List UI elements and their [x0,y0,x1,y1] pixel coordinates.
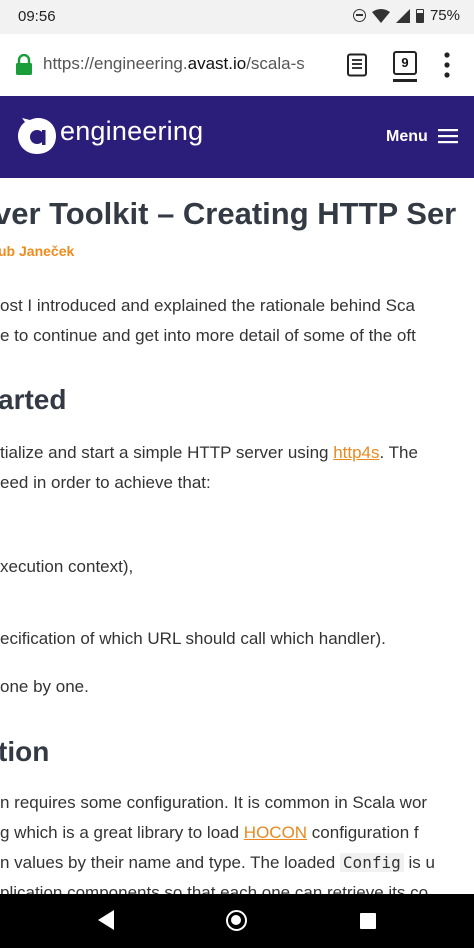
url-fade [300,52,334,80]
http4s-link[interactable]: http4s [333,443,379,462]
paragraph-text: g which is a great library to load [0,823,244,842]
lock-icon[interactable] [14,54,34,76]
paragraph-text: . The [379,443,418,462]
paragraph-config-line-4: plication components so that each one ca… [0,883,429,894]
article-author[interactable]: ub Janeček [0,243,74,259]
hamburger-menu-icon[interactable] [438,128,458,144]
article-title: ver Toolkit – Creating HTTP Ser [0,196,457,231]
heading-configuration: tion [0,736,50,767]
paragraph-config-line-3: n values by their name and type. The loa… [0,848,435,878]
hocon-link[interactable]: HOCON [244,823,307,842]
overflow-menu-icon[interactable] [444,52,450,78]
list-item-routes: ecification of which URL should call whi… [0,629,386,648]
paragraph-text: n values by their name and type. The loa… [0,853,340,872]
url-field[interactable]: https://engineering.avast.io/scala-s [43,54,331,78]
url-host: avast.io [187,54,247,73]
paragraph-text: tialize and start a simple HTTP server u… [0,443,334,462]
url-suffix: /scala-s [246,54,305,73]
do-not-disturb-icon [352,9,366,22]
status-time: 09:56 [18,8,56,25]
tabs-button[interactable]: 9 [393,51,417,75]
system-nav-bar [0,894,474,948]
paragraph-config-line-2: g which is a great library to load HOCON… [0,818,419,848]
battery-icon [415,8,424,23]
inline-code-config: Config [339,853,404,872]
logo-text[interactable]: engineering [60,116,203,147]
status-icons: 75% [352,7,460,24]
url-prefix: https://engineering. [43,54,188,73]
back-icon[interactable] [96,909,116,931]
menu-button[interactable]: Menu [386,128,428,146]
paragraph-intro-line-2: e to continue and get into more detail o… [0,326,416,345]
list-item-execution-context: xecution context), [0,557,134,576]
status-bar: 09:56 75% [0,0,474,34]
recent-apps-icon[interactable] [360,913,376,929]
battery-percent: 75% [429,7,460,24]
cell-signal-icon [395,8,410,23]
site-header: engineering Menu [0,96,474,178]
paragraph-config-line-1: n requires some configuration. It is com… [0,793,428,812]
paragraph-text: is u [403,853,435,872]
wifi-icon [371,8,390,23]
paragraph-http4s-line-1: tialize and start a simple HTTP server u… [0,438,418,468]
browser-toolbar: https://engineering.avast.io/scala-s 9 [0,34,474,97]
heading-getting-started: arted [0,384,67,415]
paragraph-one-by-one: one by one. [0,677,89,696]
paragraph-intro-line-1: ost I introduced and explained the ratio… [0,296,415,315]
home-icon[interactable] [226,910,247,931]
paragraph-http4s-line-2: eed in order to achieve that: [0,473,211,492]
reader-mode-icon[interactable] [346,53,368,77]
tabs-underline [393,79,417,82]
paragraph-text: configuration f [307,823,419,842]
article-content: ver Toolkit – Creating HTTP Ser ub Janeč… [0,178,474,894]
avast-logo-icon[interactable] [16,116,58,156]
